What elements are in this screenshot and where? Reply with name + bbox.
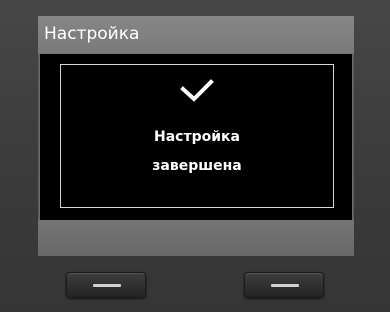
header-bar: Настройка: [38, 16, 354, 54]
status-message-line2: завершена: [152, 158, 242, 174]
softkey-left-dash-icon: [93, 284, 121, 287]
status-message: Настройка завершена: [61, 123, 333, 181]
status-message-line1: Настройка: [154, 129, 240, 145]
right-softkey-button[interactable]: [244, 272, 324, 298]
checkmark-icon: [180, 79, 214, 102]
softkey-right-dash-icon: [271, 284, 299, 287]
confirmation-dialog: Настройка завершена: [60, 64, 334, 208]
softkey-label-bar: [38, 220, 354, 256]
content-area: Настройка завершена: [40, 54, 352, 220]
page-title: Настройка: [44, 24, 140, 44]
left-softkey-button[interactable]: [66, 272, 146, 298]
display-screen: Настройка Настройка завершена: [38, 16, 354, 256]
phone-device-body: Настройка Настройка завершена: [0, 0, 390, 312]
